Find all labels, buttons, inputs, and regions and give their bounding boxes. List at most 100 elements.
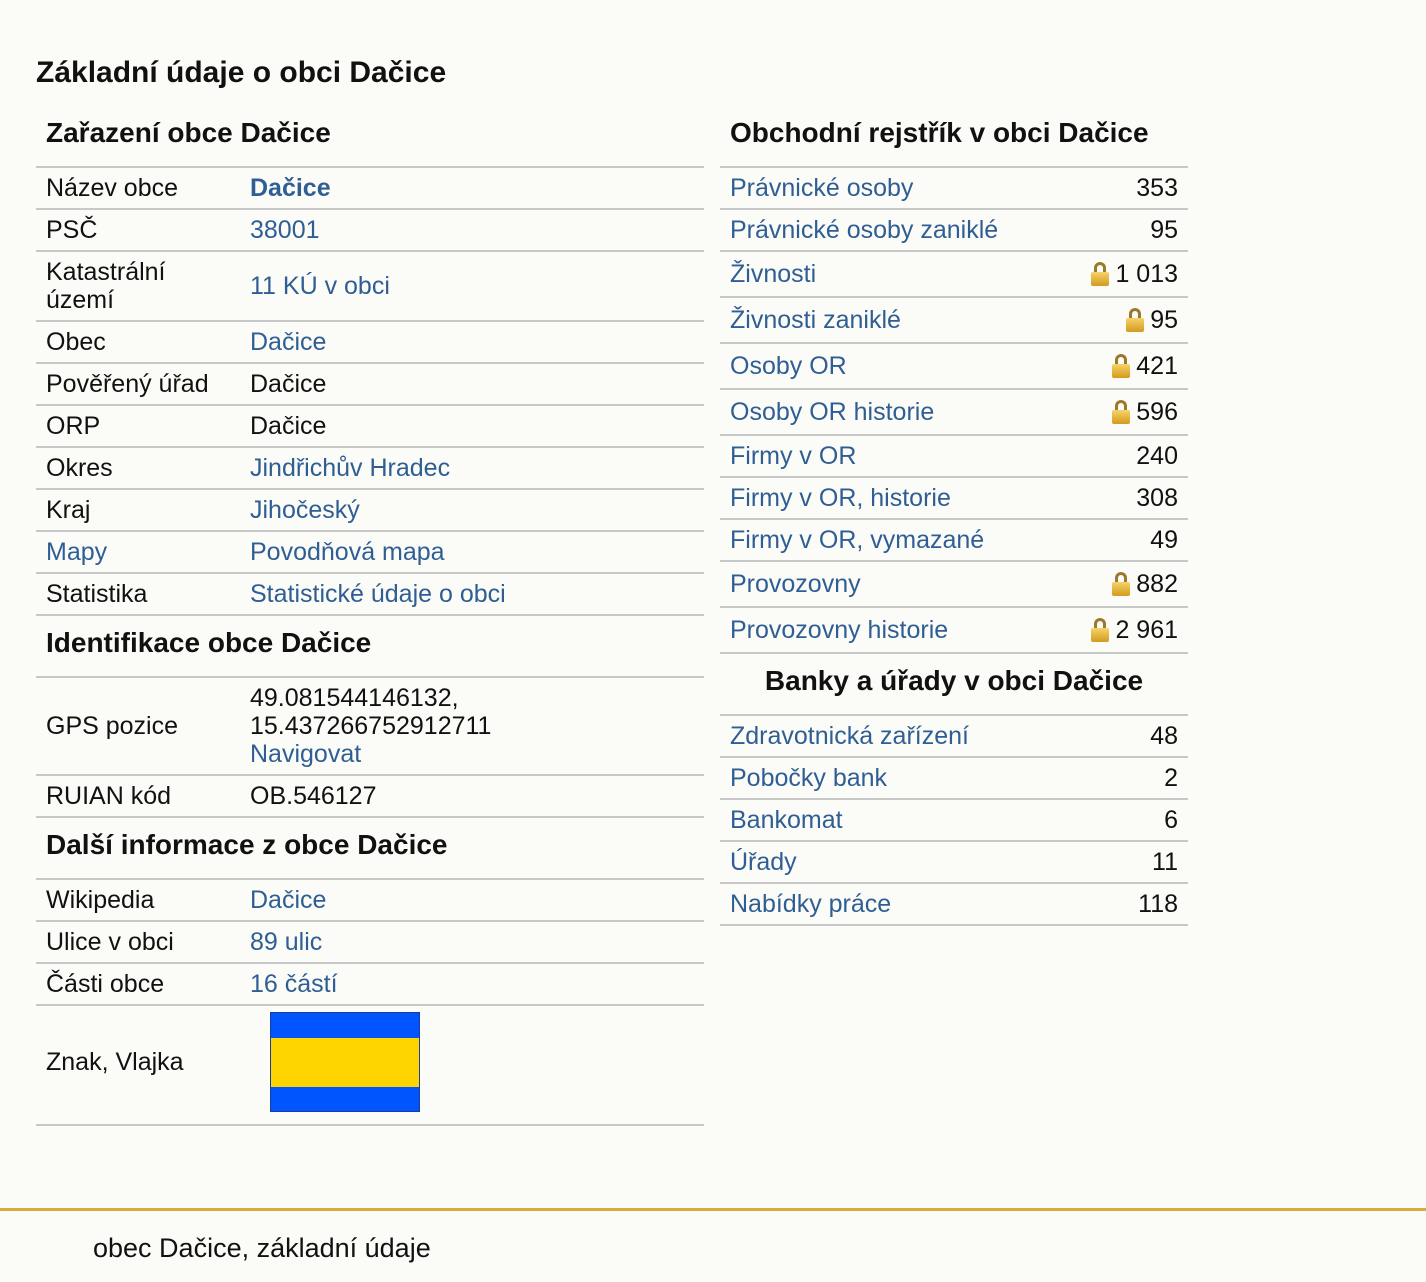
navigate-link[interactable]: Navigovat — [250, 740, 361, 768]
psc-link[interactable]: 38001 — [250, 216, 704, 244]
list-item-count: 118 — [1138, 890, 1178, 918]
streets-link[interactable]: 89 ulic — [250, 928, 704, 956]
list-item: Nabídky práce 118 — [720, 884, 1188, 926]
list-item-link[interactable]: Firmy v OR, vymazané — [730, 526, 1150, 554]
padlock-icon — [1091, 618, 1110, 642]
row-label: Ulice v obci — [46, 928, 174, 956]
count-value: 118 — [1138, 890, 1178, 918]
row-obec: Obec Dačice — [36, 322, 704, 364]
left-column: Zařazení obce Dačice Název obce Dačice P… — [36, 110, 704, 1126]
list-item-link[interactable]: Bankomat — [730, 806, 1164, 834]
row-gps: GPS pozice 49.081544146132, 15.437266752… — [36, 678, 704, 776]
list-item-link[interactable]: Zdravotnická zařízení — [730, 722, 1150, 750]
row-mapy: Mapy Povodňová mapa — [36, 532, 704, 574]
row-parts: Části obce 16 částí — [36, 964, 704, 1006]
list-item: Zdravotnická zařízení 48 — [720, 716, 1188, 758]
list-item-link[interactable]: Nabídky práce — [730, 890, 1138, 918]
row-label: GPS pozice — [46, 712, 179, 740]
gps-longitude: 15.437266752912711 — [250, 712, 492, 740]
list-item-count: 353 — [1136, 174, 1178, 202]
parts-link[interactable]: 16 částí — [250, 970, 704, 998]
row-label: Pověřený úřad — [46, 370, 209, 398]
list-item-link[interactable]: Firmy v OR, historie — [730, 484, 1136, 512]
registry-heading: Obchodní rejstřík v obci Dačice — [720, 110, 1188, 168]
registry-list: Právnické osoby 353 Právnické osoby zanikl… — [720, 168, 1188, 654]
row-wikipedia: Wikipedia Dačice — [36, 880, 704, 922]
row-statistika: Statistika Statistické údaje o obci — [36, 574, 704, 616]
row-label: Název obce — [46, 174, 179, 202]
list-item-link[interactable]: Právnické osoby — [730, 174, 1136, 202]
okres-link[interactable]: Jindřichův Hradec — [250, 454, 704, 482]
list-item: Provozovny 882 — [720, 562, 1188, 608]
count-value: 95 — [1150, 306, 1178, 334]
list-item-count: 2 961 — [1091, 616, 1178, 644]
list-item-count: 2 — [1164, 764, 1178, 792]
kraj-link[interactable]: Jihočeský — [250, 496, 704, 524]
obec-link[interactable]: Dačice — [250, 328, 704, 356]
padlock-icon — [1112, 572, 1131, 596]
banks-list: Zdravotnická zařízení 48 Pobočky bank 2 Bank… — [720, 716, 1188, 926]
list-item-count: 95 — [1150, 216, 1178, 244]
right-column: Obchodní rejstřík v obci Dačice Právnick… — [720, 110, 1188, 926]
count-value: 95 — [1150, 216, 1178, 244]
count-value: 240 — [1136, 442, 1178, 470]
list-item-link[interactable]: Právnické osoby zaniklé — [730, 216, 1150, 244]
flag-stripe-bottom — [271, 1086, 419, 1111]
row-povereny: Pověřený úřad Dačice — [36, 364, 704, 406]
row-label: PSČ — [46, 216, 98, 244]
row-label: ORP — [46, 412, 101, 440]
list-item-count: 240 — [1136, 442, 1178, 470]
ruian-value: OB.546127 — [250, 782, 377, 810]
row-label: Statistika — [46, 580, 148, 608]
list-item-count: 421 — [1112, 352, 1178, 380]
list-item-link[interactable]: Provozovny — [730, 570, 1112, 598]
list-item-link[interactable]: Živnosti zaniklé — [730, 306, 1126, 334]
list-item-link[interactable]: Úřady — [730, 848, 1152, 876]
row-label: Obec — [46, 328, 106, 356]
list-item-link[interactable]: Firmy v OR — [730, 442, 1136, 470]
list-item: Živnosti 1 013 — [720, 252, 1188, 298]
list-item-count: 48 — [1150, 722, 1178, 750]
orp-value: Dačice — [250, 412, 327, 440]
list-item: Osoby OR historie 596 — [720, 390, 1188, 436]
list-item-link[interactable]: Osoby OR — [730, 352, 1112, 380]
row-streets: Ulice v obci 89 ulic — [36, 922, 704, 964]
count-value: 1 013 — [1115, 260, 1178, 288]
povereny-value: Dačice — [250, 370, 327, 398]
list-item-link[interactable]: Osoby OR historie — [730, 398, 1112, 426]
more-info-heading: Další informace z obce Dačice — [36, 818, 704, 880]
gps-value: 49.081544146132, 15.437266752912711 Navi… — [250, 684, 704, 768]
list-item-count: 49 — [1150, 526, 1178, 554]
padlock-icon — [1112, 354, 1131, 378]
list-item-count: 11 — [1152, 848, 1178, 876]
list-item: Provozovny historie 2 961 — [720, 608, 1188, 654]
list-item: Právnické osoby zaniklé 95 — [720, 210, 1188, 252]
list-item-link[interactable]: Provozovny historie — [730, 616, 1091, 644]
municipal-flag[interactable] — [270, 1012, 420, 1112]
municipality-name-link[interactable]: Dačice — [250, 174, 704, 202]
count-value: 421 — [1136, 352, 1178, 380]
flood-map-link[interactable]: Povodňová mapa — [250, 538, 704, 566]
count-value: 308 — [1136, 484, 1178, 512]
count-value: 882 — [1136, 570, 1178, 598]
flag-stripe-middle — [271, 1037, 419, 1087]
list-item-link[interactable]: Živnosti — [730, 260, 1091, 288]
list-item-count: 95 — [1126, 306, 1178, 334]
list-item-count: 6 — [1164, 806, 1178, 834]
list-item-count: 596 — [1112, 398, 1178, 426]
footer-text: obec Dačice, základní údaje — [93, 1233, 431, 1263]
row-label: Kraj — [46, 496, 91, 524]
statistics-link[interactable]: Statistické údaje o obci — [250, 580, 704, 608]
list-item-count: 1 013 — [1091, 260, 1178, 288]
gps-latitude: 49.081544146132, — [250, 684, 459, 712]
flag-stripe-top — [271, 1013, 419, 1038]
list-item: Firmy v OR, historie 308 — [720, 478, 1188, 520]
count-value: 2 — [1164, 764, 1178, 792]
list-item-link[interactable]: Pobočky bank — [730, 764, 1164, 792]
count-value: 2 961 — [1115, 616, 1178, 644]
row-label: Části obce — [46, 970, 165, 998]
wikipedia-link[interactable]: Dačice — [250, 886, 704, 914]
maps-link[interactable]: Mapy — [46, 538, 250, 566]
katastr-link[interactable]: 11 KÚ v obci — [250, 272, 704, 300]
row-label: Katastrální území — [46, 258, 166, 314]
